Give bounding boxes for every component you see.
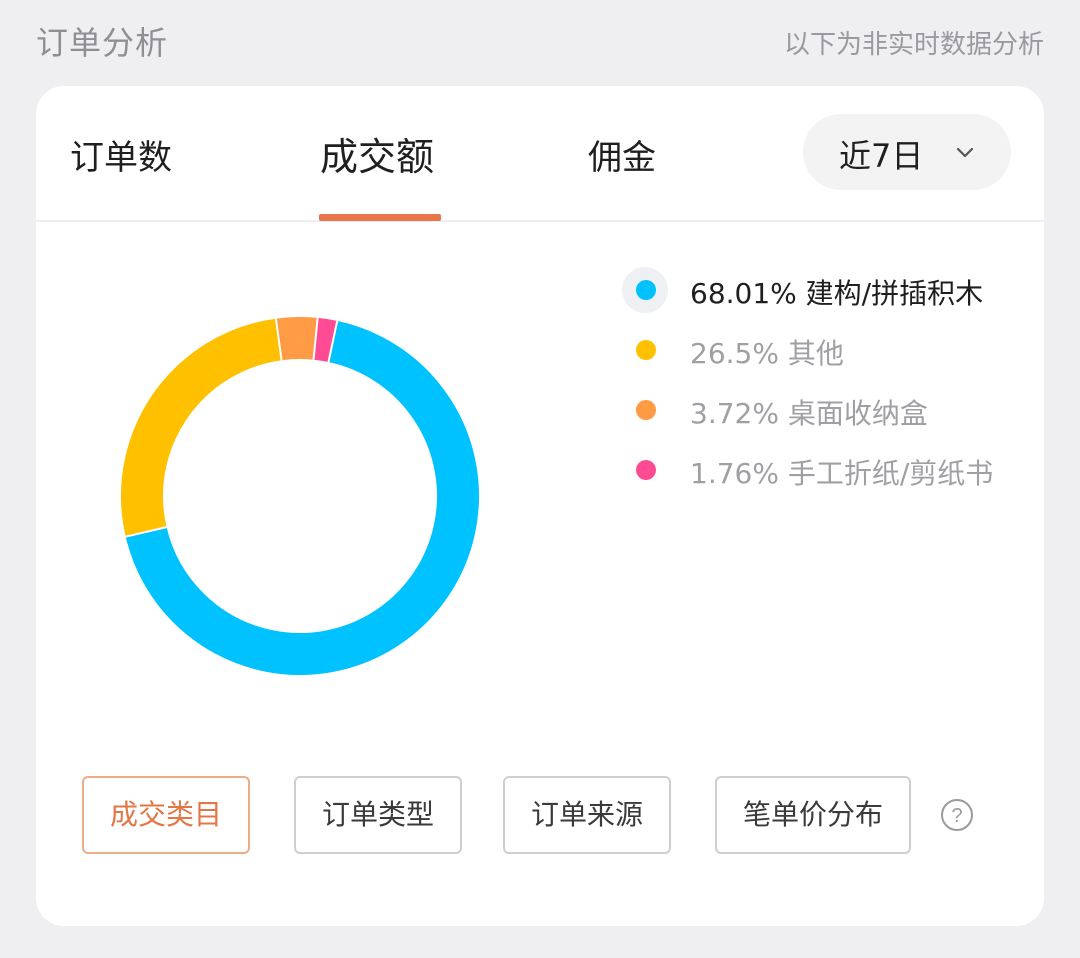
- date-range-select[interactable]: 近7日: [803, 114, 1011, 190]
- question-circle-icon[interactable]: ?: [940, 798, 974, 832]
- legend-item-origami[interactable]: 1.76% 手工折纸/剪纸书: [624, 444, 1024, 504]
- tab-order-count[interactable]: 订单数: [70, 130, 172, 179]
- tab-transaction-amount[interactable]: 成交额: [320, 126, 434, 181]
- legend-item-desk-storage[interactable]: 3.72% 桌面收纳盒: [624, 384, 1024, 444]
- legend-dot: [636, 280, 656, 300]
- legend-dot: [636, 340, 656, 360]
- order-source-button[interactable]: 订单来源: [503, 776, 671, 854]
- metric-tabs: 订单数 成交额 佣金 近7日: [36, 86, 1044, 222]
- chart-legend: 68.01% 建构/拼插积木 26.5% 其他 3.72% 桌面收纳盒 1.76…: [622, 264, 1024, 504]
- active-tab-indicator: [319, 214, 441, 221]
- legend-dot: [636, 400, 656, 420]
- date-range-value: 近7日: [839, 137, 924, 175]
- legend-label: 1.76% 手工折纸/剪纸书: [690, 457, 994, 490]
- legend-label: 26.5% 其他: [690, 337, 844, 370]
- unit-price-distribution-button[interactable]: 笔单价分布: [715, 776, 911, 854]
- legend-dot: [636, 460, 656, 480]
- chevron-down-icon: [956, 147, 974, 158]
- tab-commission[interactable]: 佣金: [588, 130, 656, 179]
- legend-item-building-blocks[interactable]: 68.01% 建构/拼插积木: [622, 264, 1024, 324]
- page-title: 订单分析: [36, 24, 169, 62]
- order-analysis-card: 订单数 成交额 佣金 近7日 68.01% 建构/拼插积木 26.5% 其他 3…: [36, 86, 1044, 926]
- transaction-category-button[interactable]: 成交类目: [82, 776, 250, 854]
- legend-label: 68.01% 建构/拼插积木: [690, 277, 984, 310]
- legend-label: 3.72% 桌面收纳盒: [690, 397, 928, 430]
- donut-chart: [121, 317, 479, 675]
- legend-item-other[interactable]: 26.5% 其他: [624, 324, 1024, 384]
- svg-text:?: ?: [951, 805, 962, 827]
- page-note: 以下为非实时数据分析: [783, 30, 1044, 60]
- order-type-button[interactable]: 订单类型: [294, 776, 462, 854]
